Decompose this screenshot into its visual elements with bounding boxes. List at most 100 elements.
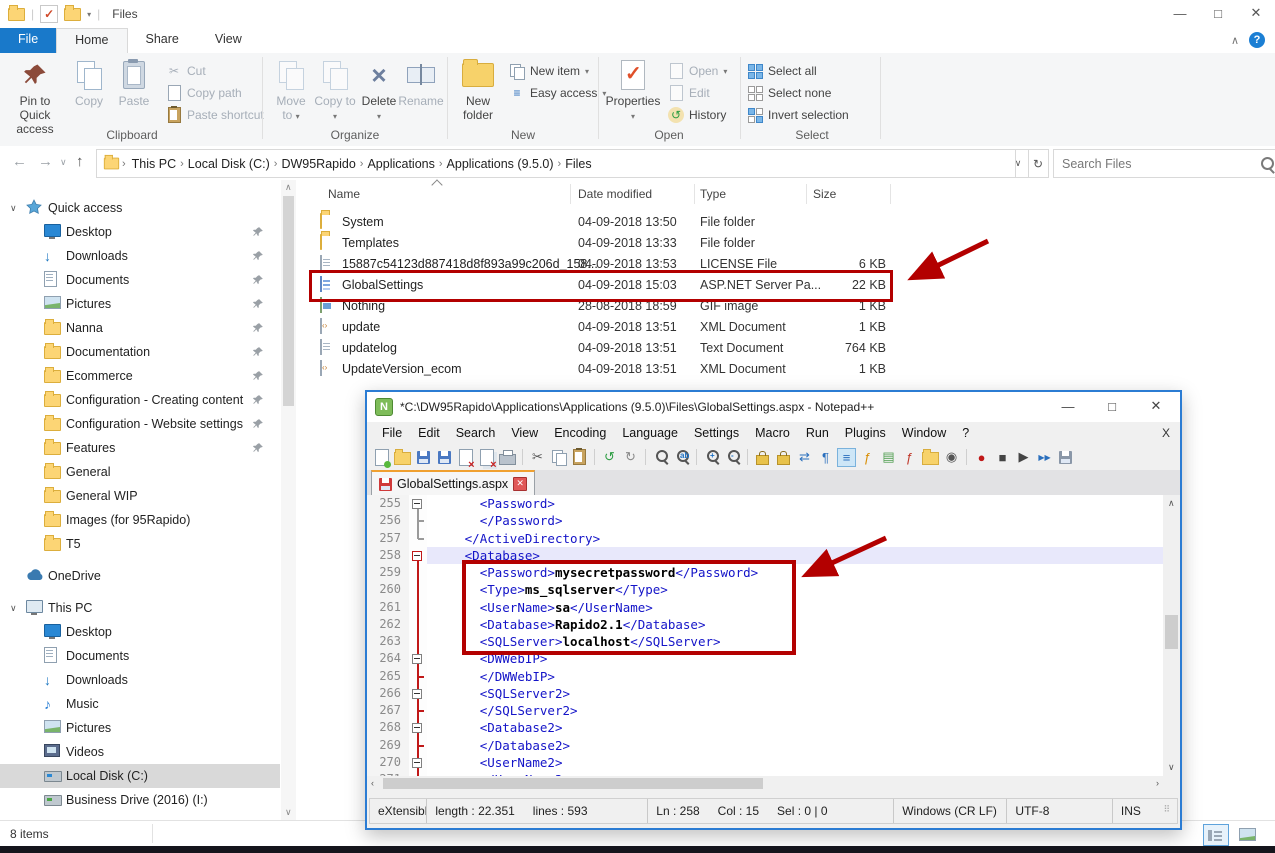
forward-icon[interactable]: →	[38, 153, 53, 170]
npp-menu-file[interactable]: File	[375, 424, 409, 442]
fold-margin[interactable]	[409, 650, 427, 667]
sidebar-item-music[interactable]: ♪Music	[0, 692, 280, 716]
doc-map-icon[interactable]: ▤	[879, 448, 898, 467]
code-line-258[interactable]: 258 <Database>	[367, 547, 1163, 564]
file-row-update[interactable]: update04-09-2018 13:51XML Document1 KB	[300, 317, 900, 338]
npp-menu-macro[interactable]: Macro	[748, 424, 797, 442]
new-item-button[interactable]: New item ▾	[509, 61, 589, 81]
collapse-ribbon-icon[interactable]: ∧	[1231, 34, 1239, 47]
function-list-icon[interactable]: ƒ	[900, 448, 919, 467]
sidebar-item-onedrive[interactable]: OneDrive	[0, 564, 280, 588]
file-row-nothing[interactable]: Nothing28-08-2018 18:59GIF image1 KB	[300, 296, 900, 317]
sidebar-scrollbar[interactable]: ∧ ∨	[281, 180, 296, 820]
tab-view[interactable]: View	[197, 28, 260, 53]
close-icon[interactable]: ✕	[1237, 0, 1275, 26]
edit-button[interactable]: Edit	[668, 83, 710, 103]
new-file-icon[interactable]	[372, 448, 391, 467]
print-icon[interactable]	[498, 448, 517, 467]
column-header-name[interactable]: Name	[328, 187, 360, 201]
breadcrumb-this-pc[interactable]: This PC	[128, 157, 180, 171]
paste-shortcut-button[interactable]: Paste shortcut	[166, 105, 264, 125]
fold-margin[interactable]	[409, 702, 427, 719]
status-insert-mode[interactable]: INS	[1113, 799, 1164, 823]
scroll-left-icon[interactable]: ‹	[371, 778, 374, 788]
breadcrumb-dw95rapido[interactable]: DW95Rapido	[277, 157, 359, 171]
npp-menu-run[interactable]: Run	[799, 424, 836, 442]
code-line-270[interactable]: 270 <UserName2>	[367, 754, 1163, 771]
sidebar-item-this-pc[interactable]: ∨This PC	[0, 596, 280, 620]
npp-maximize-icon[interactable]: □	[1090, 392, 1134, 420]
sidebar-item-nanna[interactable]: Nanna	[0, 316, 280, 340]
fold-margin[interactable]	[409, 530, 427, 547]
scroll-down-icon[interactable]: ∨	[1168, 762, 1175, 773]
line-operations-icon[interactable]: ⇄	[795, 448, 814, 467]
macro-save-icon[interactable]	[1056, 448, 1075, 467]
column-header-size[interactable]: Size	[813, 187, 836, 201]
open-file-icon[interactable]	[393, 448, 412, 467]
properties-quick-icon[interactable]: ✓	[40, 5, 58, 23]
file-row-globalsettings[interactable]: GlobalSettings04-09-2018 15:03ASP.NET Se…	[300, 275, 900, 296]
code-line-266[interactable]: 266 <SQLServer2>	[367, 685, 1163, 702]
macro-run-multiple-icon[interactable]: ▶▶	[1035, 448, 1054, 467]
npp-menu-help[interactable]: ?	[955, 424, 976, 442]
address-bar[interactable]: › This PC›Local Disk (C:)›DW95Rapido›App…	[96, 149, 1016, 178]
save-all-icon[interactable]	[435, 448, 454, 467]
npp-menu-window[interactable]: Window	[895, 424, 953, 442]
sidebar-item-desktop[interactable]: Desktop	[0, 620, 280, 644]
file-row-system[interactable]: System04-09-2018 13:50File folder	[300, 212, 900, 233]
fold-margin[interactable]	[409, 685, 427, 702]
expander-icon[interactable]: ∨	[10, 203, 17, 214]
sidebar-item-desktop[interactable]: Desktop	[0, 220, 280, 244]
npp-menu-language[interactable]: Language	[615, 424, 685, 442]
scroll-up-icon[interactable]: ∧	[285, 182, 292, 193]
breadcrumb-applications-9-5-0[interactable]: Applications (9.5.0)	[443, 157, 558, 171]
history-dropdown-icon[interactable]: ∨	[60, 157, 67, 168]
macro-play-icon[interactable]: ▶	[1014, 448, 1033, 467]
copy-path-button[interactable]: Copy path	[166, 83, 242, 103]
npp-minimize-icon[interactable]: —	[1046, 392, 1090, 420]
sidebar-item-downloads[interactable]: ↓Downloads	[0, 668, 280, 692]
sidebar-item-documentation[interactable]: Documentation	[0, 340, 280, 364]
sidebar-item-quick-access[interactable]: ∨Quick access	[0, 196, 280, 220]
scroll-right-icon[interactable]: ›	[1156, 778, 1159, 788]
code-line-269[interactable]: 269 </Database2>	[367, 737, 1163, 754]
scroll-up-icon[interactable]: ∧	[1168, 498, 1175, 509]
fold-margin[interactable]	[409, 754, 427, 771]
column-header-modified[interactable]: Date modified	[578, 187, 652, 201]
minimize-icon[interactable]: —	[1161, 0, 1199, 26]
column-header-type[interactable]: Type	[700, 187, 726, 201]
fold-margin[interactable]	[409, 512, 427, 529]
sync-h-scroll-icon[interactable]	[774, 448, 793, 467]
code-line-264[interactable]: 264 <DWWebIP>	[367, 650, 1163, 667]
sidebar-item-pictures[interactable]: Pictures	[0, 716, 280, 740]
code-line-260[interactable]: 260 <Type>ms_sqlserver</Type>	[367, 581, 1163, 598]
code-line-257[interactable]: 257 </ActiveDirectory>	[367, 530, 1163, 547]
sidebar-item-videos[interactable]: Videos	[0, 740, 280, 764]
properties-button[interactable]: ✓ Properties ▾	[604, 57, 662, 123]
zoom-out-icon[interactable]: -	[723, 448, 742, 467]
fold-margin[interactable]	[409, 668, 427, 685]
copy-icon[interactable]	[549, 448, 568, 467]
fold-margin[interactable]	[409, 495, 427, 512]
sidebar-item-configuration-website-settings[interactable]: Configuration - Website settings	[0, 412, 280, 436]
npp-menu-settings[interactable]: Settings	[687, 424, 746, 442]
npp-doc-close-icon[interactable]: X	[1162, 426, 1170, 440]
replace-icon[interactable]: ab	[672, 448, 691, 467]
scrollbar-thumb[interactable]	[383, 778, 763, 789]
close-all-icon[interactable]	[477, 448, 496, 467]
file-row-updateversion-ecom[interactable]: UpdateVersion_ecom04-09-2018 13:51XML Do…	[300, 359, 900, 380]
code-line-267[interactable]: 267 </SQLServer2>	[367, 702, 1163, 719]
copy-button[interactable]: Copy	[68, 57, 110, 109]
customize-quick-access-icon[interactable]: ▾	[87, 10, 91, 19]
back-icon[interactable]: ←	[12, 153, 27, 170]
sidebar-item-business-drive-2016-i[interactable]: Business Drive (2016) (I:)	[0, 788, 280, 812]
refresh-icon[interactable]: ↻	[1028, 149, 1049, 178]
new-folder-quick-icon[interactable]	[64, 8, 81, 21]
rename-button[interactable]: Rename	[398, 57, 444, 109]
fold-margin[interactable]	[409, 616, 427, 633]
folder-as-workspace-icon[interactable]	[921, 448, 940, 467]
up-icon[interactable]: ↑	[76, 153, 84, 170]
select-none-button[interactable]: Select none	[748, 83, 831, 103]
zoom-in-icon[interactable]: +	[702, 448, 721, 467]
fold-margin[interactable]	[409, 547, 427, 564]
